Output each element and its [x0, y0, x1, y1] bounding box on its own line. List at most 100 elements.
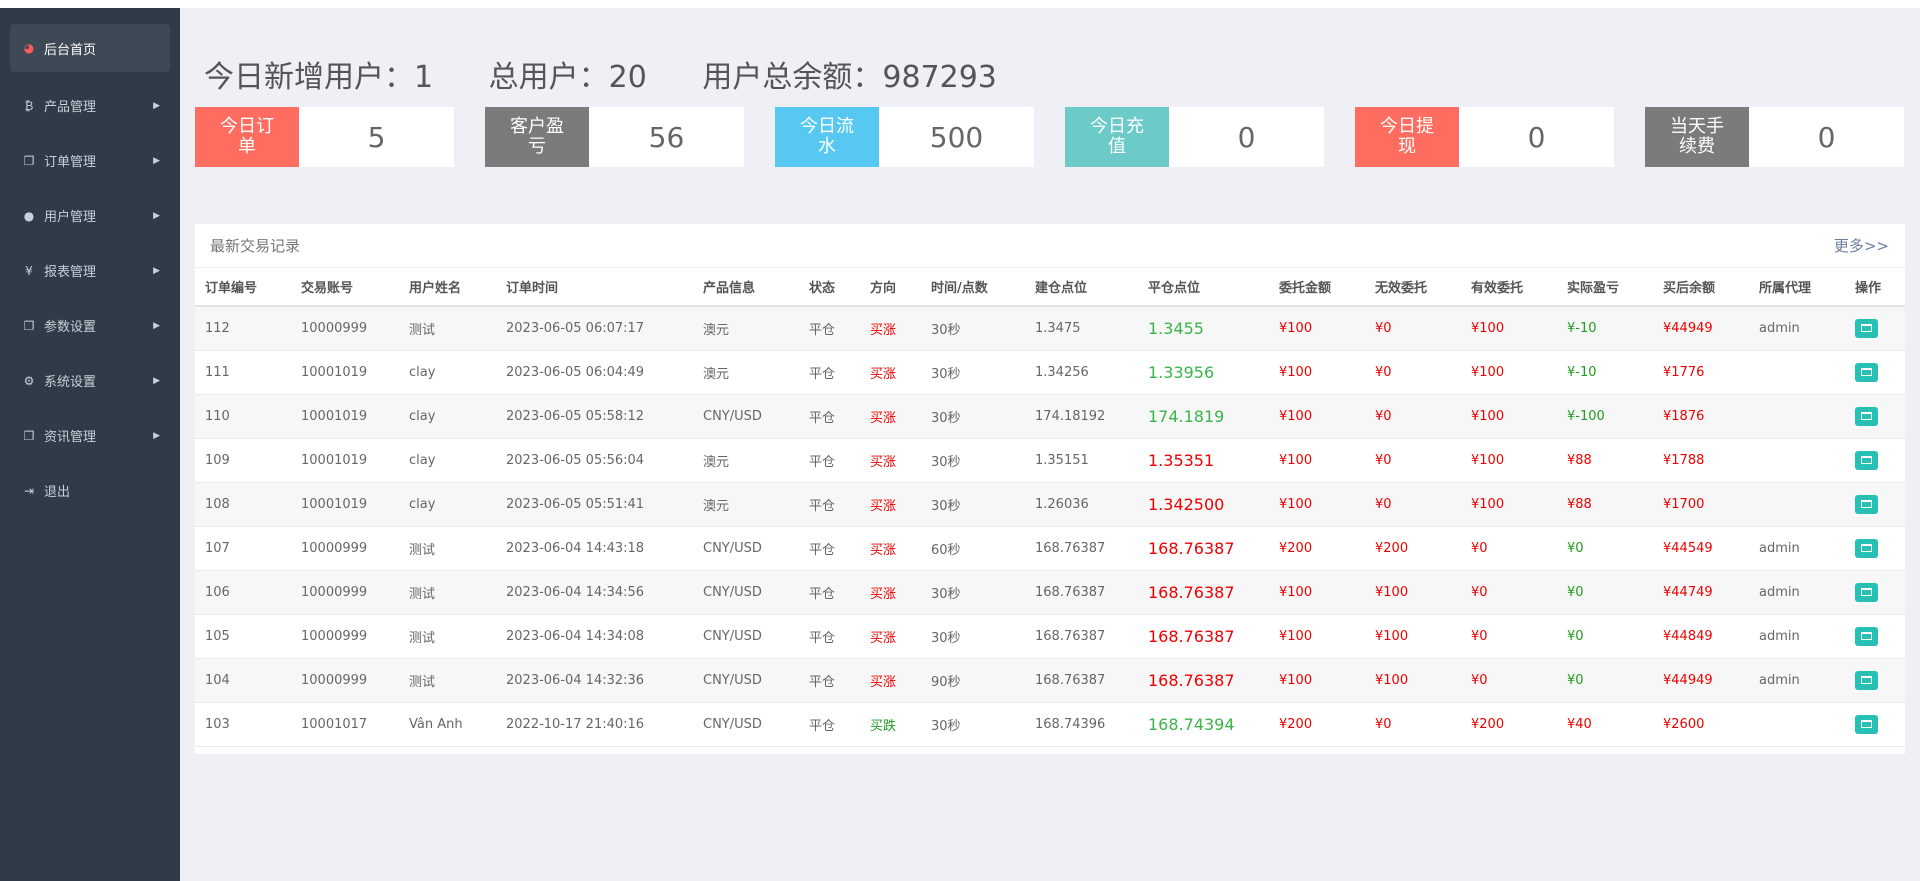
cell-balance: ¥1700	[1653, 482, 1749, 527]
total-users: 总用户：20	[488, 60, 647, 95]
view-details-button[interactable]	[1855, 538, 1878, 558]
column-header: 订单时间	[496, 268, 693, 307]
more-link[interactable]: 更多>>	[1834, 235, 1889, 256]
cell-name: clay	[399, 350, 496, 395]
sidebar-item-3[interactable]: ● 用户管理 ▶	[0, 188, 180, 243]
column-header: 用户姓名	[399, 268, 496, 307]
view-details-button[interactable]	[1855, 406, 1878, 426]
cell-id: 109	[195, 438, 291, 483]
cell-balance: ¥44849	[1653, 614, 1749, 659]
view-details-button[interactable]	[1855, 318, 1878, 338]
cell-valid: ¥100	[1461, 438, 1557, 483]
view-details-button[interactable]	[1855, 450, 1878, 470]
cell-product: 澳元	[693, 438, 799, 483]
sidebar-item-2[interactable]: ❐ 订单管理 ▶	[0, 133, 180, 188]
view-details-button[interactable]	[1855, 494, 1878, 514]
cell-time: 2023-06-05 06:07:17	[496, 306, 693, 351]
view-details-button[interactable]	[1855, 670, 1878, 690]
table-body: 112 10000999 测试 2023-06-05 06:07:17 澳元 平仓 买涨 30…	[195, 306, 1905, 747]
cell-duration: 30秒	[921, 614, 1025, 659]
table-row: 103 10001017 Vân Anh 2022-10-17 21:40:16 CNY…	[195, 702, 1905, 747]
cell-direction: 买涨	[860, 482, 921, 527]
column-header: 建仓点位	[1025, 268, 1138, 307]
sidebar-item-0[interactable]: ◕ 后台首页	[10, 24, 170, 72]
copy-icon: ❐	[23, 428, 35, 443]
cell-action	[1845, 570, 1905, 615]
cell-agent: admin	[1749, 614, 1845, 659]
cell-pnl: ¥88	[1557, 482, 1653, 527]
stat-value: 0	[1527, 120, 1546, 154]
cell-amount: ¥100	[1269, 394, 1365, 439]
cell-close: 1.3455	[1138, 306, 1269, 351]
cell-agent	[1749, 394, 1845, 439]
cell-valid: ¥0	[1461, 658, 1557, 703]
panel-title: 最新交易记录	[210, 237, 301, 255]
caret-right-icon: ▶	[153, 265, 160, 276]
cell-account: 10000999	[291, 614, 399, 659]
caret-right-icon: ▶	[153, 155, 160, 166]
cell-name: 测试	[399, 306, 496, 351]
cell-close: 1.33956	[1138, 350, 1269, 395]
cell-close: 168.76387	[1138, 526, 1269, 571]
view-details-button[interactable]	[1855, 626, 1878, 646]
sidebar-item-8[interactable]: ⇥ 退出	[0, 463, 180, 518]
cell-product: CNY/USD	[693, 394, 799, 439]
cell-name: Vân Anh	[399, 702, 496, 747]
cell-close: 168.76387	[1138, 614, 1269, 659]
cell-pnl: ¥0	[1557, 570, 1653, 615]
cell-open: 1.34256	[1025, 350, 1138, 395]
cell-open: 1.35151	[1025, 438, 1138, 483]
cell-open: 174.18192	[1025, 394, 1138, 439]
cell-id: 107	[195, 526, 291, 571]
cell-action	[1845, 614, 1905, 659]
sidebar-item-4[interactable]: ¥ 报表管理 ▶	[0, 243, 180, 298]
cell-product: 澳元	[693, 306, 799, 351]
sidebar: ◕ 后台首页 ₿ 产品管理 ▶ ❐ 订单管理 ▶ ● 用户管理 ▶ ¥ 报表管理 ▶ ❐ 参数设置 ▶ ⚙ 系统设置…	[0, 8, 180, 881]
cell-id: 111	[195, 350, 291, 395]
sidebar-item-5[interactable]: ❐ 参数设置 ▶	[0, 298, 180, 353]
sidebar-item-1[interactable]: ₿ 产品管理 ▶	[0, 78, 180, 133]
sidebar-item-6[interactable]: ⚙ 系统设置 ▶	[0, 353, 180, 408]
cell-valid: ¥0	[1461, 570, 1557, 615]
view-details-button[interactable]	[1855, 362, 1878, 382]
cell-id: 112	[195, 306, 291, 351]
cell-balance: ¥1876	[1653, 394, 1749, 439]
cell-close: 168.76387	[1138, 658, 1269, 703]
cell-duration: 30秒	[921, 482, 1025, 527]
cell-action	[1845, 702, 1905, 747]
bitcoin-icon: ₿	[24, 98, 34, 113]
cell-status: 平仓	[799, 394, 860, 439]
view-details-button[interactable]	[1855, 582, 1878, 602]
cell-time: 2023-06-04 14:34:56	[496, 570, 693, 615]
cell-time: 2023-06-04 14:43:18	[496, 526, 693, 571]
cell-time: 2022-10-17 21:40:16	[496, 702, 693, 747]
view-details-button[interactable]	[1855, 714, 1878, 734]
cell-valid: ¥100	[1461, 482, 1557, 527]
sidebar-item-7[interactable]: ❐ 资讯管理 ▶	[0, 408, 180, 463]
cell-valid: ¥100	[1461, 394, 1557, 439]
cell-agent	[1749, 702, 1845, 747]
cell-id: 108	[195, 482, 291, 527]
table-row: 104 10000999 测试 2023-06-04 14:32:36 CNY/USD 平…	[195, 658, 1905, 703]
cell-action	[1845, 438, 1905, 483]
cell-invalid: ¥0	[1365, 438, 1461, 483]
column-header: 方向	[860, 268, 921, 307]
cell-invalid: ¥0	[1365, 702, 1461, 747]
cell-status: 平仓	[799, 482, 860, 527]
sidebar-item-label: 系统设置	[44, 375, 97, 390]
caret-right-icon: ▶	[153, 210, 160, 221]
cell-invalid: ¥200	[1365, 526, 1461, 571]
cell-product: CNY/USD	[693, 702, 799, 747]
stat-value: 5	[367, 120, 386, 154]
sidebar-item-label: 资讯管理	[44, 430, 97, 445]
cell-action	[1845, 658, 1905, 703]
cell-balance: ¥44949	[1653, 658, 1749, 703]
stat-card: 今日流水 500	[775, 107, 1034, 167]
cell-agent: admin	[1749, 658, 1845, 703]
cell-invalid: ¥100	[1365, 658, 1461, 703]
cell-agent	[1749, 438, 1845, 483]
cell-agent	[1749, 482, 1845, 527]
cell-product: 澳元	[693, 350, 799, 395]
copy-icon: ❐	[23, 318, 35, 333]
stat-card: 当天手续费 0	[1645, 107, 1904, 167]
